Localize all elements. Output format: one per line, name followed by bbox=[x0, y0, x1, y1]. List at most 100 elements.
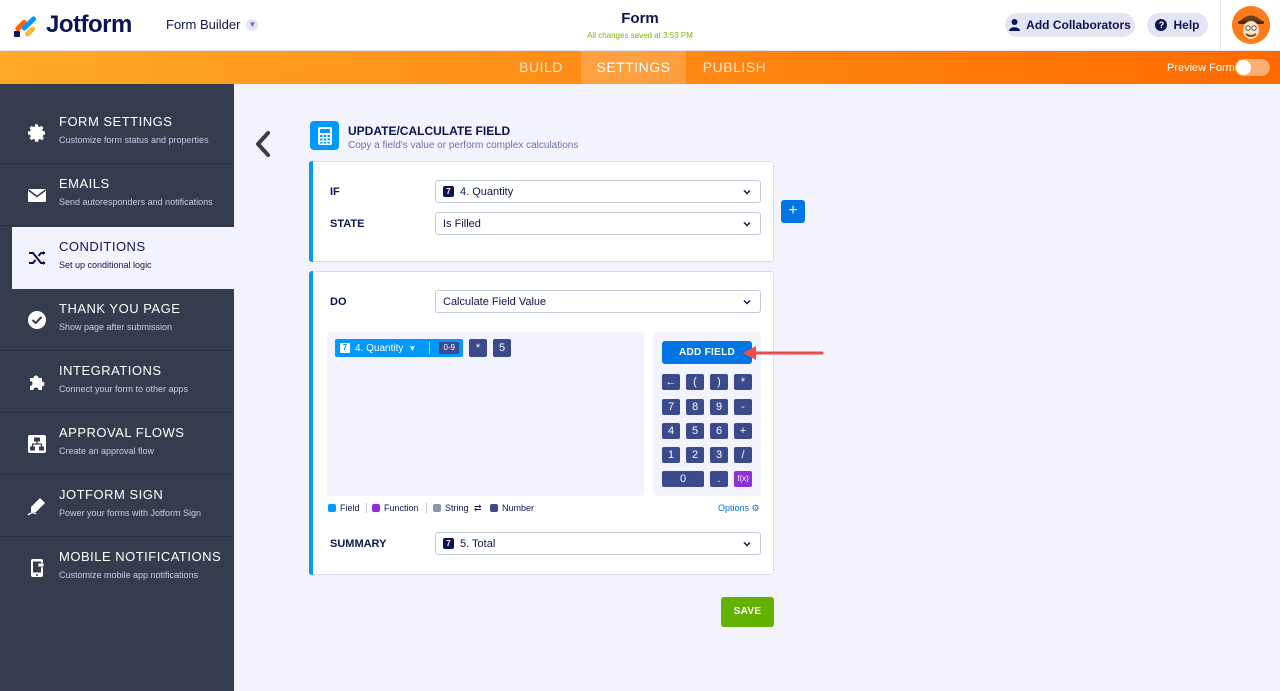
envelope-icon bbox=[28, 189, 46, 202]
sidebar-item-mobile-notifications[interactable]: MOBILE NOTIFICATIONS Customize mobile ap… bbox=[0, 537, 234, 599]
do-action-value: Calculate Field Value bbox=[443, 295, 547, 308]
key-open-paren[interactable]: ( bbox=[686, 374, 704, 390]
field-type-icon: 7 bbox=[443, 186, 454, 197]
back-chevron-icon[interactable] bbox=[252, 130, 274, 158]
preview-form-toggle[interactable] bbox=[1235, 59, 1270, 76]
add-condition-button[interactable]: + bbox=[781, 200, 805, 223]
help-button[interactable]: ? Help bbox=[1147, 13, 1208, 37]
help-label: Help bbox=[1173, 18, 1200, 32]
sidebar-item-subtitle: Customize mobile app notifications bbox=[59, 570, 199, 580]
tab-build[interactable]: BUILD bbox=[506, 51, 576, 84]
avatar[interactable] bbox=[1232, 6, 1270, 44]
sidebar-item-subtitle: Create an approval flow bbox=[59, 446, 155, 456]
avatar-illustration-icon bbox=[1232, 6, 1270, 44]
key-decimal[interactable]: . bbox=[710, 471, 728, 487]
legend-swatch bbox=[490, 504, 498, 512]
key-function[interactable]: f(x) bbox=[734, 471, 752, 487]
chevron-down-icon bbox=[743, 189, 751, 195]
sidebar-item-subtitle: Send autoresponders and notifications bbox=[59, 197, 213, 207]
legend-field: Field bbox=[328, 503, 360, 513]
key-6[interactable]: 6 bbox=[710, 423, 728, 439]
sidebar-item-approval-flows[interactable]: APPROVAL FLOWS Create an approval flow bbox=[0, 413, 234, 475]
key-divide[interactable]: / bbox=[734, 447, 752, 463]
mobile-icon bbox=[31, 559, 45, 577]
card-accent bbox=[309, 161, 313, 262]
brand-name: Jotform bbox=[46, 11, 132, 38]
chevron-down-icon bbox=[743, 541, 751, 547]
key-backspace[interactable]: ← bbox=[662, 374, 680, 390]
if-label: IF bbox=[330, 186, 340, 198]
number-chip[interactable]: 5 bbox=[493, 339, 511, 357]
key-4[interactable]: 4 bbox=[662, 423, 680, 439]
sidebar-item-title: EMAILS bbox=[59, 176, 110, 191]
chevron-down-icon bbox=[743, 221, 751, 227]
sidebar-item-title: THANK YOU PAGE bbox=[59, 301, 181, 316]
chevron-down-icon[interactable]: ▼ bbox=[408, 344, 416, 353]
key-5[interactable]: 5 bbox=[686, 423, 704, 439]
key-3[interactable]: 3 bbox=[710, 447, 728, 463]
if-field-select[interactable]: 7 4. Quantity bbox=[435, 180, 761, 203]
key-minus[interactable]: - bbox=[734, 399, 752, 415]
tab-settings[interactable]: SETTINGS bbox=[581, 51, 686, 84]
sidebar-item-title: FORM SETTINGS bbox=[59, 114, 173, 129]
legend-swap-icon[interactable]: ⇄ bbox=[474, 503, 482, 514]
header-divider bbox=[1220, 0, 1221, 51]
chip-divider bbox=[429, 342, 430, 354]
key-0[interactable]: 0 bbox=[662, 471, 704, 487]
form-builder-menu[interactable]: Form Builder ▼ bbox=[166, 17, 259, 32]
summary-field-select[interactable]: 7 5. Total bbox=[435, 532, 761, 555]
options-link[interactable]: Options ⚙ bbox=[718, 503, 760, 514]
form-title[interactable]: Form bbox=[540, 10, 740, 27]
shuffle-icon bbox=[29, 251, 46, 265]
sidebar-item-title: CONDITIONS bbox=[59, 239, 146, 254]
gear-icon bbox=[28, 124, 45, 142]
do-action-select[interactable]: Calculate Field Value bbox=[435, 290, 761, 313]
preview-form-label: Preview Form bbox=[1167, 62, 1235, 74]
sidebar-item-jotform-sign[interactable]: JOTFORM SIGN Power your forms with Jotfo… bbox=[0, 475, 234, 537]
sidebar-item-conditions[interactable]: CONDITIONS Set up conditional logic bbox=[12, 227, 234, 289]
pen-icon bbox=[27, 498, 45, 516]
top-header: Jotform Form Builder ▼ Form All changes … bbox=[0, 0, 1280, 51]
tab-publish[interactable]: PUBLISH bbox=[692, 51, 777, 84]
operator-chip[interactable]: * bbox=[469, 339, 487, 357]
sidebar-item-form-settings[interactable]: FORM SETTINGS Customize form status and … bbox=[0, 102, 234, 164]
builder-navbar: BUILD SETTINGS PUBLISH bbox=[0, 51, 1280, 84]
key-multiply[interactable]: * bbox=[734, 374, 752, 390]
summary-label: SUMMARY bbox=[330, 538, 387, 550]
sidebar-item-emails[interactable]: EMAILS Send autoresponders and notificat… bbox=[0, 164, 234, 226]
legend-swatch bbox=[433, 504, 441, 512]
legend-function: Function bbox=[372, 503, 419, 513]
key-2[interactable]: 2 bbox=[686, 447, 704, 463]
add-field-button[interactable]: ADD FIELD bbox=[662, 341, 752, 364]
state-select[interactable]: Is Filled bbox=[435, 212, 761, 235]
condition-subtitle: Copy a field's value or perform complex … bbox=[348, 140, 579, 151]
flow-icon bbox=[28, 435, 46, 453]
key-9[interactable]: 9 bbox=[710, 399, 728, 415]
legend-label: String bbox=[445, 503, 469, 513]
key-7[interactable]: 7 bbox=[662, 399, 680, 415]
options-label: Options bbox=[718, 503, 750, 513]
user-icon bbox=[1009, 19, 1021, 31]
state-value: Is Filled bbox=[443, 217, 481, 230]
legend-divider bbox=[426, 503, 427, 513]
puzzle-icon bbox=[30, 375, 45, 390]
legend-swatch bbox=[372, 504, 380, 512]
save-button[interactable]: SAVE bbox=[721, 597, 774, 627]
sidebar-item-title: APPROVAL FLOWS bbox=[59, 425, 185, 440]
field-chip[interactable]: 7 4. Quantity ▼ 0-9 bbox=[335, 339, 463, 357]
key-plus[interactable]: + bbox=[734, 423, 752, 439]
sidebar-item-integrations[interactable]: INTEGRATIONS Connect your form to other … bbox=[0, 351, 234, 413]
summary-field-value: 5. Total bbox=[460, 537, 496, 550]
legend-string: String bbox=[433, 503, 469, 513]
form-builder-label: Form Builder bbox=[166, 17, 241, 32]
add-collaborators-button[interactable]: Add Collaborators bbox=[1005, 13, 1135, 37]
jotform-logo[interactable]: Jotform bbox=[14, 11, 132, 39]
key-1[interactable]: 1 bbox=[662, 447, 680, 463]
sidebar-item-thank-you-page[interactable]: THANK YOU PAGE Show page after submissio… bbox=[0, 289, 234, 351]
do-label: DO bbox=[330, 296, 347, 308]
key-close-paren[interactable]: ) bbox=[710, 374, 728, 390]
legend-label: Number bbox=[502, 503, 535, 513]
key-8[interactable]: 8 bbox=[686, 399, 704, 415]
sidebar-item-title: MOBILE NOTIFICATIONS bbox=[59, 549, 222, 564]
sidebar-item-subtitle: Customize form status and properties bbox=[59, 135, 209, 145]
